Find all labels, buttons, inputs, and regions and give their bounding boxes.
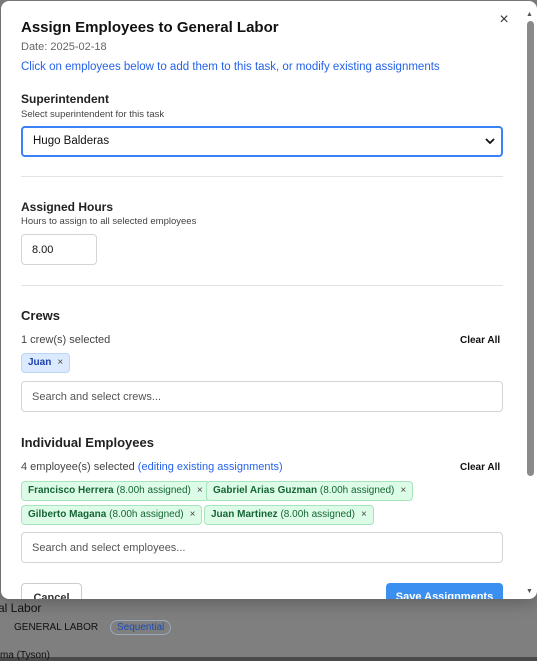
help-text: Click on employees below to add them to … [21,61,440,73]
editing-note: (editing existing assignments) [137,461,283,473]
remove-icon[interactable]: × [361,509,367,520]
superintendent-subtitle: Select superintendent for this task [21,109,165,120]
scrollbar-thumb[interactable] [527,21,534,476]
close-icon[interactable]: × [497,12,511,28]
background-bottom-text: ma (Tyson) [0,650,51,661]
employee-chip-name: Gilberto Magana [28,509,107,520]
employee-chip-name: Juan Martinez [211,509,278,520]
crew-chip[interactable]: Juan × [21,353,71,373]
background-task-chip: GENERAL LABOR [14,622,99,633]
superintendent-select[interactable]: Hugo Balderas [21,126,503,157]
employee-chip-hours: (8.00h assigned) [109,509,184,520]
crews-clear-all-button[interactable]: Clear All [460,335,500,346]
employees-clear-all-button[interactable]: Clear All [460,462,500,473]
employee-chip[interactable]: Juan Martinez (8.00h assigned) × [204,505,374,525]
employees-count: 4 employee(s) selected (editing existing… [21,461,283,473]
employee-chip-hours: (8.00h assigned) [116,485,191,496]
employees-search-input[interactable]: Search and select employees... [21,532,503,563]
assigned-hours-input[interactable]: 8.00 [21,234,97,265]
assign-employees-modal: × Assign Employees to General Labor Date… [1,1,537,599]
divider [21,176,503,177]
superintendent-title: Superintendent [21,92,110,106]
crews-search-input[interactable]: Search and select crews... [21,381,503,412]
employee-chip-name: Gabriel Arias Guzman [213,485,318,496]
employee-chip-hours: (8.00h assigned) [319,485,395,496]
remove-icon[interactable]: × [400,485,406,496]
scroll-down-icon[interactable]: ▼ [526,588,533,595]
divider [21,285,503,286]
employee-chip-hours: (8.00h assigned) [280,509,355,520]
assigned-hours-subtitle: Hours to assign to all selected employee… [21,216,197,227]
employee-chip[interactable]: Gilberto Magana (8.00h assigned) × [21,505,203,525]
save-assignments-button[interactable]: Save Assignments [386,583,503,599]
employees-count-label: 4 employee(s) selected [21,461,135,473]
crew-chip-label: Juan [28,357,52,368]
crews-count: 1 crew(s) selected [21,334,111,346]
crews-title: Crews [21,308,61,323]
employee-chip[interactable]: Gabriel Arias Guzman (8.00h assigned) × [206,481,414,501]
remove-icon[interactable]: × [190,509,196,520]
chevron-down-icon [485,128,495,166]
cancel-button[interactable]: Cancel [21,583,82,599]
superintendent-selected-value: Hugo Balderas [33,135,110,147]
modal-title: Assign Employees to General Labor [21,19,279,36]
background-task-label: al Labor [0,601,42,615]
modal-scrollbar[interactable]: ▲ ▼ [525,11,535,599]
employee-chip[interactable]: Francisco Herrera (8.00h assigned) × [21,481,210,501]
background-mode-chip: Sequential [110,620,172,635]
employee-chip-name: Francisco Herrera [28,485,114,496]
remove-icon[interactable]: × [57,357,63,368]
task-date: Date: 2025-02-18 [21,41,107,53]
scroll-up-icon[interactable]: ▲ [526,11,533,18]
employees-title: Individual Employees [21,435,154,450]
remove-icon[interactable]: × [197,485,203,496]
assigned-hours-title: Assigned Hours [21,200,114,214]
